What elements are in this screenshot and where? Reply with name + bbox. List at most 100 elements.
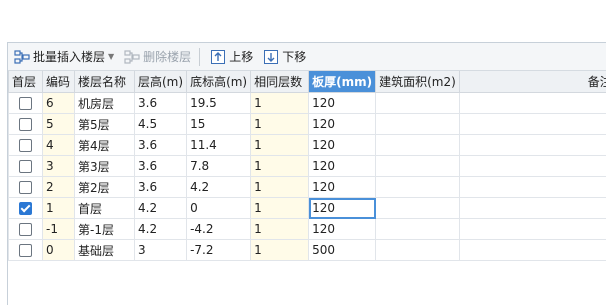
cell-remarks[interactable] xyxy=(459,114,606,135)
cell-floor-height[interactable]: 4.2 xyxy=(135,219,187,240)
first-floor-checkbox[interactable] xyxy=(19,97,32,110)
delete-floor-button[interactable]: 删除楼层 xyxy=(120,46,195,68)
table-row[interactable]: 5第5层4.5151120 xyxy=(9,114,606,135)
cell-base-elevation[interactable]: 15 xyxy=(187,114,251,135)
first-floor-checkbox-checked[interactable] xyxy=(19,202,32,215)
cell-floor-height[interactable]: 4.2 xyxy=(135,198,187,219)
table-row[interactable]: -1第-1层4.2-4.21120 xyxy=(9,219,606,240)
cell-code[interactable]: 6 xyxy=(43,93,75,114)
table-row[interactable]: 3第3层3.67.81120 xyxy=(9,156,606,177)
cell-same-floors[interactable]: 1 xyxy=(251,177,309,198)
cell-floor-area[interactable] xyxy=(376,93,460,114)
col-header-slab-thickness[interactable]: 板厚(mm) xyxy=(309,71,376,93)
cell-floor-height[interactable]: 3.6 xyxy=(135,93,187,114)
cell-floor-height[interactable]: 4.5 xyxy=(135,114,187,135)
cell-floor-name[interactable]: 首层 xyxy=(75,198,135,219)
first-floor-checkbox[interactable] xyxy=(19,223,32,236)
cell-slab-thickness[interactable]: 500 xyxy=(309,240,376,261)
move-down-button[interactable]: 下移 xyxy=(259,46,310,68)
cell-remarks[interactable] xyxy=(459,240,606,261)
table-row[interactable]: 4第4层3.611.41120 xyxy=(9,135,606,156)
cell-same-floors[interactable]: 1 xyxy=(251,93,309,114)
cell-floor-area[interactable] xyxy=(376,114,460,135)
cell-floor-name[interactable]: 第5层 xyxy=(75,114,135,135)
cell-slab-thickness[interactable]: 120 xyxy=(309,135,376,156)
col-header-floor-area[interactable]: 建筑面积(m2) xyxy=(376,71,460,93)
cell-remarks[interactable] xyxy=(459,135,606,156)
cell-first-floor[interactable] xyxy=(9,219,43,240)
cell-floor-name[interactable]: 第2层 xyxy=(75,177,135,198)
cell-code[interactable]: 3 xyxy=(43,156,75,177)
cell-remarks[interactable] xyxy=(459,219,606,240)
batch-insert-floors-button[interactable]: 批量插入楼层 ▼ xyxy=(10,46,118,68)
cell-floor-name[interactable]: 基础层 xyxy=(75,240,135,261)
move-up-button[interactable]: 上移 xyxy=(206,46,257,68)
cell-first-floor[interactable] xyxy=(9,135,43,156)
cell-first-floor[interactable] xyxy=(9,114,43,135)
col-header-floor-height[interactable]: 层高(m) xyxy=(135,71,187,93)
cell-code[interactable]: -1 xyxy=(43,219,75,240)
col-header-base-elevation[interactable]: 底标高(m) xyxy=(187,71,251,93)
cell-remarks[interactable] xyxy=(459,198,606,219)
cell-remarks[interactable] xyxy=(459,156,606,177)
cell-first-floor[interactable] xyxy=(9,177,43,198)
cell-floor-area[interactable] xyxy=(376,135,460,156)
cell-slab-thickness[interactable]: 120 xyxy=(309,198,376,219)
chevron-down-icon[interactable]: ▼ xyxy=(108,52,114,61)
col-header-code[interactable]: 编码 xyxy=(43,71,75,93)
cell-same-floors[interactable]: 1 xyxy=(251,219,309,240)
cell-slab-thickness[interactable]: 120 xyxy=(309,114,376,135)
first-floor-checkbox[interactable] xyxy=(19,118,32,131)
table-row[interactable]: 1首层4.201120 xyxy=(9,198,606,219)
cell-same-floors[interactable]: 1 xyxy=(251,198,309,219)
cell-code[interactable]: 5 xyxy=(43,114,75,135)
cell-floor-height[interactable]: 3.6 xyxy=(135,177,187,198)
cell-base-elevation[interactable]: -7.2 xyxy=(187,240,251,261)
cell-slab-thickness[interactable]: 120 xyxy=(309,156,376,177)
cell-same-floors[interactable]: 1 xyxy=(251,156,309,177)
cell-same-floors[interactable]: 1 xyxy=(251,135,309,156)
first-floor-checkbox[interactable] xyxy=(19,244,32,257)
cell-code[interactable]: 4 xyxy=(43,135,75,156)
cell-first-floor[interactable] xyxy=(9,198,43,219)
cell-floor-name[interactable]: 第-1层 xyxy=(75,219,135,240)
col-header-floor-name[interactable]: 楼层名称 xyxy=(75,71,135,93)
cell-remarks[interactable] xyxy=(459,93,606,114)
col-header-same-floors[interactable]: 相同层数 xyxy=(251,71,309,93)
cell-floor-area[interactable] xyxy=(376,177,460,198)
cell-base-elevation[interactable]: 19.5 xyxy=(187,93,251,114)
cell-floor-area[interactable] xyxy=(376,198,460,219)
cell-floor-name[interactable]: 第3层 xyxy=(75,156,135,177)
cell-base-elevation[interactable]: 4.2 xyxy=(187,177,251,198)
cell-first-floor[interactable] xyxy=(9,156,43,177)
cell-floor-height[interactable]: 3.6 xyxy=(135,156,187,177)
first-floor-checkbox[interactable] xyxy=(19,139,32,152)
col-header-remarks[interactable]: 备注 xyxy=(459,71,606,93)
first-floor-checkbox[interactable] xyxy=(19,181,32,194)
table-row[interactable]: 0基础层3-7.21500 xyxy=(9,240,606,261)
cell-floor-area[interactable] xyxy=(376,240,460,261)
first-floor-checkbox[interactable] xyxy=(19,160,32,173)
cell-floor-area[interactable] xyxy=(376,219,460,240)
cell-floor-name[interactable]: 第4层 xyxy=(75,135,135,156)
cell-base-elevation[interactable]: 7.8 xyxy=(187,156,251,177)
table-row[interactable]: 6机房层3.619.51120 xyxy=(9,93,606,114)
cell-floor-height[interactable]: 3 xyxy=(135,240,187,261)
cell-remarks[interactable] xyxy=(459,177,606,198)
cell-floor-height[interactable]: 3.6 xyxy=(135,135,187,156)
cell-code[interactable]: 0 xyxy=(43,240,75,261)
cell-slab-thickness[interactable]: 120 xyxy=(309,177,376,198)
cell-first-floor[interactable] xyxy=(9,240,43,261)
cell-base-elevation[interactable]: -4.2 xyxy=(187,219,251,240)
cell-first-floor[interactable] xyxy=(9,93,43,114)
cell-slab-thickness[interactable]: 120 xyxy=(309,93,376,114)
cell-slab-thickness[interactable]: 120 xyxy=(309,219,376,240)
cell-same-floors[interactable]: 1 xyxy=(251,240,309,261)
cell-base-elevation[interactable]: 11.4 xyxy=(187,135,251,156)
cell-floor-area[interactable] xyxy=(376,156,460,177)
cell-base-elevation[interactable]: 0 xyxy=(187,198,251,219)
cell-floor-name[interactable]: 机房层 xyxy=(75,93,135,114)
col-header-first-floor[interactable]: 首层 xyxy=(9,71,43,93)
cell-code[interactable]: 2 xyxy=(43,177,75,198)
cell-code[interactable]: 1 xyxy=(43,198,75,219)
